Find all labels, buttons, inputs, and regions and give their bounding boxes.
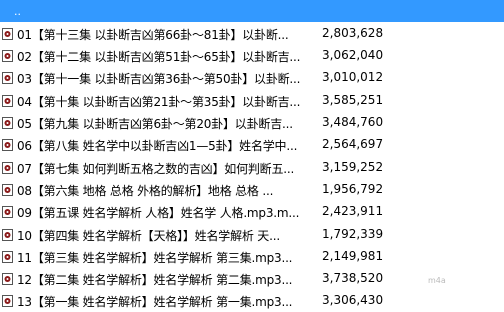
file-name: 02【第十二集 以卦断吉凶第51卦～65卦】以卦断吉... [17,50,300,65]
file-row[interactable]: 07【第七集 如何判断五格之数的吉凶】如何判断五... 3,159,252 [0,157,504,179]
file-size: 2,803,628 [322,25,384,40]
file-row[interactable]: 08【第六集 地格 总格 外格的解析】地格 总格 ... 1,956,792 [0,179,504,201]
file-row[interactable]: 05【第九集 以卦断吉凶第6卦～第20卦】以卦断吉... 3,484,760 [0,112,504,134]
file-name: 11【第三集 姓名学解析】姓名学解析 第三集.mp3... [17,250,293,265]
file-row[interactable]: 02【第十二集 以卦断吉凶第51卦～65卦】以卦断吉... 3,062,040 [0,45,504,67]
file-size: 2,564,697 [322,137,384,152]
file-row[interactable]: 01【第十三集 以卦断吉凶第66卦～81卦】以卦断... 2,803,628 [0,23,504,45]
file-row[interactable]: 04【第十集 以卦断吉凶第21卦～第35卦】以卦断吉... 3,585,251 [0,90,504,112]
audio-file-icon [2,27,13,40]
file-row[interactable]: 11【第三集 姓名学解析】姓名学解析 第三集.mp3... 2,149,981 [0,246,504,268]
file-list-panel: .. 01【第十三集 以卦断吉凶第66卦～81卦】以卦断... 2,803,628… [0,0,504,309]
file-row[interactable]: 09【第五课 姓名学解析 人格】姓名学 人格.mp3.m... 2,423,911 [0,201,504,223]
file-name: 05【第九集 以卦断吉凶第6卦～第20卦】以卦断吉... [17,117,293,131]
audio-file-icon [2,117,13,129]
file-size: 2,423,911 [322,204,384,219]
file-row[interactable]: 13【第一集 姓名学解析】姓名学解析 第一集.mp3... 3,306,430 [0,290,504,312]
file-name: 06【第八集 姓名学中以卦断吉凶1—5卦】姓名学中... [17,139,298,154]
audio-file-icon [2,50,13,63]
file-row[interactable]: 10【第四集 姓名学解析【天格】】姓名学解析 天... 1,792,339 [0,224,504,246]
file-name: 12【第二集 姓名学解析】姓名学解析 第二集.mp3... [17,273,293,288]
parent-directory-label: .. [14,4,21,18]
file-name: 03【第十一集 以卦断吉凶第36卦～第50卦】以卦断... [17,72,300,87]
audio-file-icon [2,183,13,196]
watermark-text: m4a [428,276,446,285]
audio-file-icon [2,228,13,241]
file-size: 2,149,981 [322,248,384,263]
file-size: 3,484,760 [322,115,384,129]
file-size: 3,062,040 [322,48,384,63]
file-row[interactable]: 03【第十一集 以卦断吉凶第36卦～第50卦】以卦断... 3,010,012 [0,67,504,89]
file-name: 07【第七集 如何判断五格之数的吉凶】如何判断五... [17,161,295,176]
audio-file-icon [2,206,13,219]
file-size: 3,159,252 [322,159,384,174]
audio-file-icon [2,273,13,286]
file-name: 10【第四集 姓名学解析【天格】】姓名学解析 天... [17,228,280,243]
file-name: 01【第十三集 以卦断吉凶第66卦～81卦】以卦断... [17,27,289,42]
file-name: 04【第十集 以卦断吉凶第21卦～第35卦】以卦断吉... [17,94,300,109]
file-name: 09【第五课 姓名学解析 人格】姓名学 人格.mp3.m... [17,206,300,221]
file-size: 3,306,430 [322,293,384,308]
file-name: 08【第六集 地格 总格 外格的解析】地格 总格 ... [17,183,274,198]
file-size: 1,792,339 [322,226,384,241]
audio-file-icon [2,250,13,263]
file-row[interactable]: 06【第八集 姓名学中以卦断吉凶1—5卦】姓名学中... 2,564,697 [0,134,504,156]
audio-file-icon [2,161,13,174]
audio-file-icon [2,139,13,152]
audio-file-icon [2,295,13,308]
file-size: 3,738,520 [322,271,384,286]
file-size: 3,010,012 [322,70,384,85]
file-size: 1,956,792 [322,181,384,196]
audio-file-icon [2,94,13,107]
audio-file-icon [2,72,13,85]
parent-directory-row[interactable]: .. [0,0,504,22]
file-size: 3,585,251 [322,92,384,107]
